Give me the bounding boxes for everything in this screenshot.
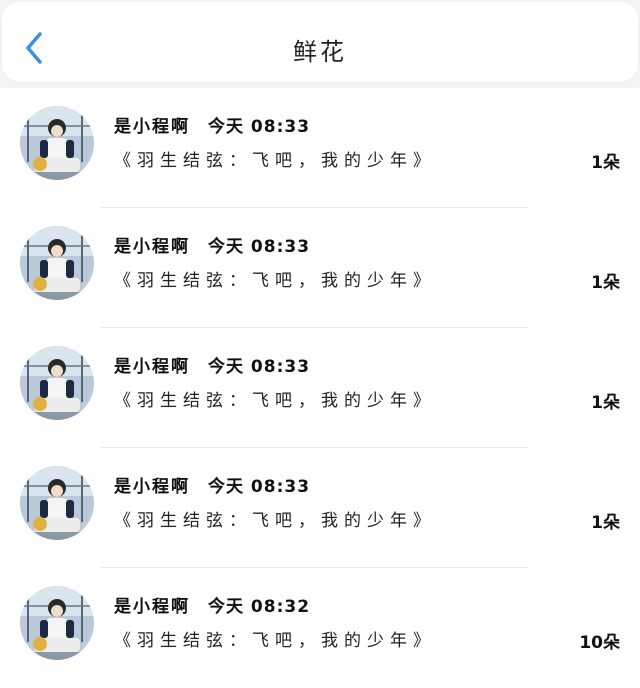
item-meta: 是小程啊 今天 08:33 xyxy=(114,352,310,378)
flower-count: 1朵 xyxy=(591,153,620,173)
list-item[interactable]: 是小程啊 今天 08:33 《羽生结弦：飞吧，我的少年》 1朵 xyxy=(0,448,640,568)
list-item[interactable]: 是小程啊 今天 08:33 《羽生结弦：飞吧，我的少年》 1朵 xyxy=(0,208,640,328)
timestamp: 今天 08:32 xyxy=(208,597,311,617)
avatar-image xyxy=(20,346,94,420)
item-description: 《羽生结弦：飞吧，我的少年》 xyxy=(114,151,436,171)
avatar-image xyxy=(20,226,94,300)
timestamp: 今天 08:33 xyxy=(208,357,311,377)
item-meta: 是小程啊 今天 08:33 xyxy=(114,232,310,258)
avatar[interactable] xyxy=(20,106,94,180)
user-name[interactable]: 是小程啊 xyxy=(114,237,190,257)
flower-count: 1朵 xyxy=(591,513,620,533)
item-meta: 是小程啊 今天 08:33 xyxy=(114,112,310,138)
timestamp: 今天 08:33 xyxy=(208,477,311,497)
flower-count: 1朵 xyxy=(591,393,620,413)
item-description: 《羽生结弦：飞吧，我的少年》 xyxy=(114,511,436,531)
avatar-image xyxy=(20,466,94,540)
user-name[interactable]: 是小程啊 xyxy=(114,357,190,377)
avatar[interactable] xyxy=(20,466,94,540)
item-description: 《羽生结弦：飞吧，我的少年》 xyxy=(114,271,436,291)
list-item[interactable]: 是小程啊 今天 08:33 《羽生结弦：飞吧，我的少年》 1朵 xyxy=(0,88,640,208)
flower-count: 10朵 xyxy=(579,633,620,653)
user-name[interactable]: 是小程啊 xyxy=(114,477,190,497)
list-item[interactable]: 是小程啊 今天 08:33 《羽生结弦：飞吧，我的少年》 1朵 xyxy=(0,328,640,448)
user-name[interactable]: 是小程啊 xyxy=(114,597,190,617)
item-meta: 是小程啊 今天 08:33 xyxy=(114,472,310,498)
item-description: 《羽生结弦：飞吧，我的少年》 xyxy=(114,391,436,411)
avatar[interactable] xyxy=(20,346,94,420)
avatar[interactable] xyxy=(20,586,94,660)
item-description: 《羽生结弦：飞吧，我的少年》 xyxy=(114,631,436,651)
flower-count: 1朵 xyxy=(591,273,620,293)
avatar[interactable] xyxy=(20,226,94,300)
avatar-image xyxy=(20,106,94,180)
timestamp: 今天 08:33 xyxy=(208,237,311,257)
item-meta: 是小程啊 今天 08:32 xyxy=(114,592,310,618)
timestamp: 今天 08:33 xyxy=(208,117,311,137)
user-name[interactable]: 是小程啊 xyxy=(114,117,190,137)
page-title: 鲜花 xyxy=(293,38,347,66)
avatar-image xyxy=(20,586,94,660)
flower-list: 是小程啊 今天 08:33 《羽生结弦：飞吧，我的少年》 1朵 是小程啊 今天 … xyxy=(0,88,640,688)
top-bar: 鲜花 xyxy=(2,2,638,82)
list-item[interactable]: 是小程啊 今天 08:32 《羽生结弦：飞吧，我的少年》 10朵 xyxy=(0,568,640,688)
